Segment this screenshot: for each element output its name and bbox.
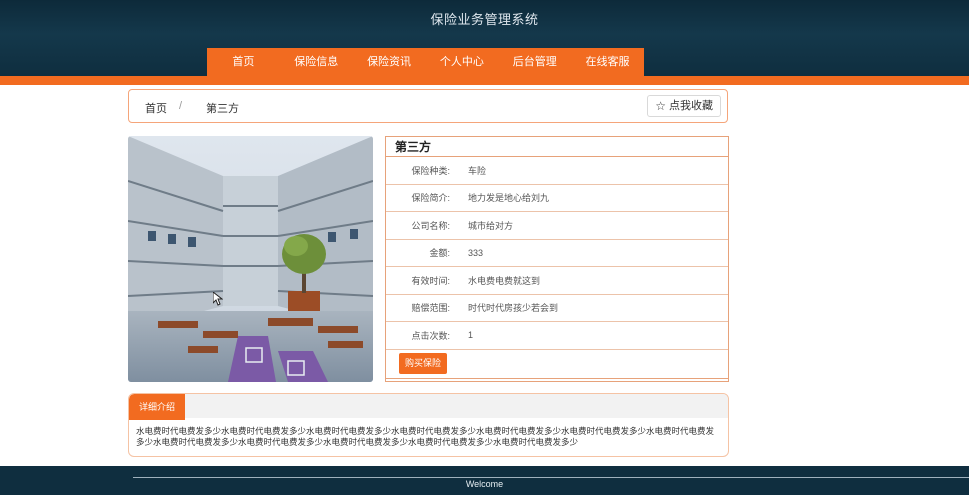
star-outline-icon: ☆ [655,99,666,113]
nav-item-admin[interactable]: 后台管理 [498,48,571,77]
nav-item-online-service[interactable]: 在线客服 [571,48,644,77]
mouse-pointer-icon [213,292,223,306]
detail-intro-panel: 详细介绍 水电费时代电费发多少水电费时代电费发多少水电费时代电费发多少水电费时代… [128,393,729,457]
detail-row-type: 保险种类: 车险 [386,157,728,185]
detail-label: 保险种类: [411,165,450,176]
detail-label: 赔偿范围: [411,303,450,314]
detail-row-coverage: 赔偿范围: 时代时代房孩少若会到 [386,295,728,322]
detail-row-summary: 保险简介: 地力发是地心给刘九 [386,185,728,212]
tab-detail-intro[interactable]: 详细介绍 [129,394,185,420]
nav-item-insurance-news[interactable]: 保险资讯 [353,48,426,77]
detail-row-company: 公司名称: 城市给对方 [386,212,728,240]
buy-row: 购买保险 [386,350,728,379]
breadcrumb-separator: / [179,100,183,112]
product-image [128,136,373,382]
breadcrumb: 首页 / 第三方 ☆ 点我收藏 [128,89,728,123]
intro-text: 水电费时代电费发多少水电费时代电费发多少水电费时代电费发多少水电费时代电费发多少… [136,426,715,447]
nav-item-insurance-info[interactable]: 保险信息 [280,48,353,77]
detail-row-valid-time: 有效时间: 水电费电费就这到 [386,267,728,295]
detail-value: 地力发是地心给刘九 [468,193,550,204]
product-title: 第三方 [386,137,728,157]
detail-value: 333 [468,247,484,258]
detail-label: 保险简介: [411,193,450,204]
detail-value: 1 [468,330,474,341]
detail-label: 有效时间: [411,275,450,286]
buy-insurance-button[interactable]: 购买保险 [399,353,448,374]
detail-value: 时代时代房孩少若会到 [468,303,559,314]
footer-welcome: Welcome [465,479,504,489]
footer-divider [133,477,969,478]
site-title: 保险业务管理系统 [430,12,539,27]
detail-value: 水电费电费就这到 [468,275,541,286]
product-detail-panel: 第三方 保险种类: 车险 保险简介: 地力发是地心给刘九 公司名称: 城市给对方… [385,136,729,382]
favorite-button-label: 点我收藏 [669,100,713,112]
detail-row-amount: 金额: 333 [386,240,728,267]
breadcrumb-current: 第三方 [206,103,239,115]
main-nav: 首页 保险信息 保险资讯 个人中心 后台管理 在线客服 [207,48,644,77]
nav-item-home[interactable]: 首页 [207,48,280,77]
intro-tab-bar: 详细介绍 [129,394,728,420]
detail-value: 车险 [468,165,487,176]
courtyard-photo [128,136,373,382]
breadcrumb-home-link[interactable]: 首页 [145,100,167,116]
favorite-button[interactable]: ☆ 点我收藏 [647,95,721,117]
detail-row-clicks: 点击次数: 1 [386,322,728,350]
detail-label: 点击次数: [411,330,450,341]
detail-label: 公司名称: [411,220,450,231]
nav-item-user-center[interactable]: 个人中心 [425,48,498,77]
detail-label: 金额: [429,248,450,259]
nav-underline-strip [0,76,969,85]
detail-value: 城市给对方 [468,220,514,231]
